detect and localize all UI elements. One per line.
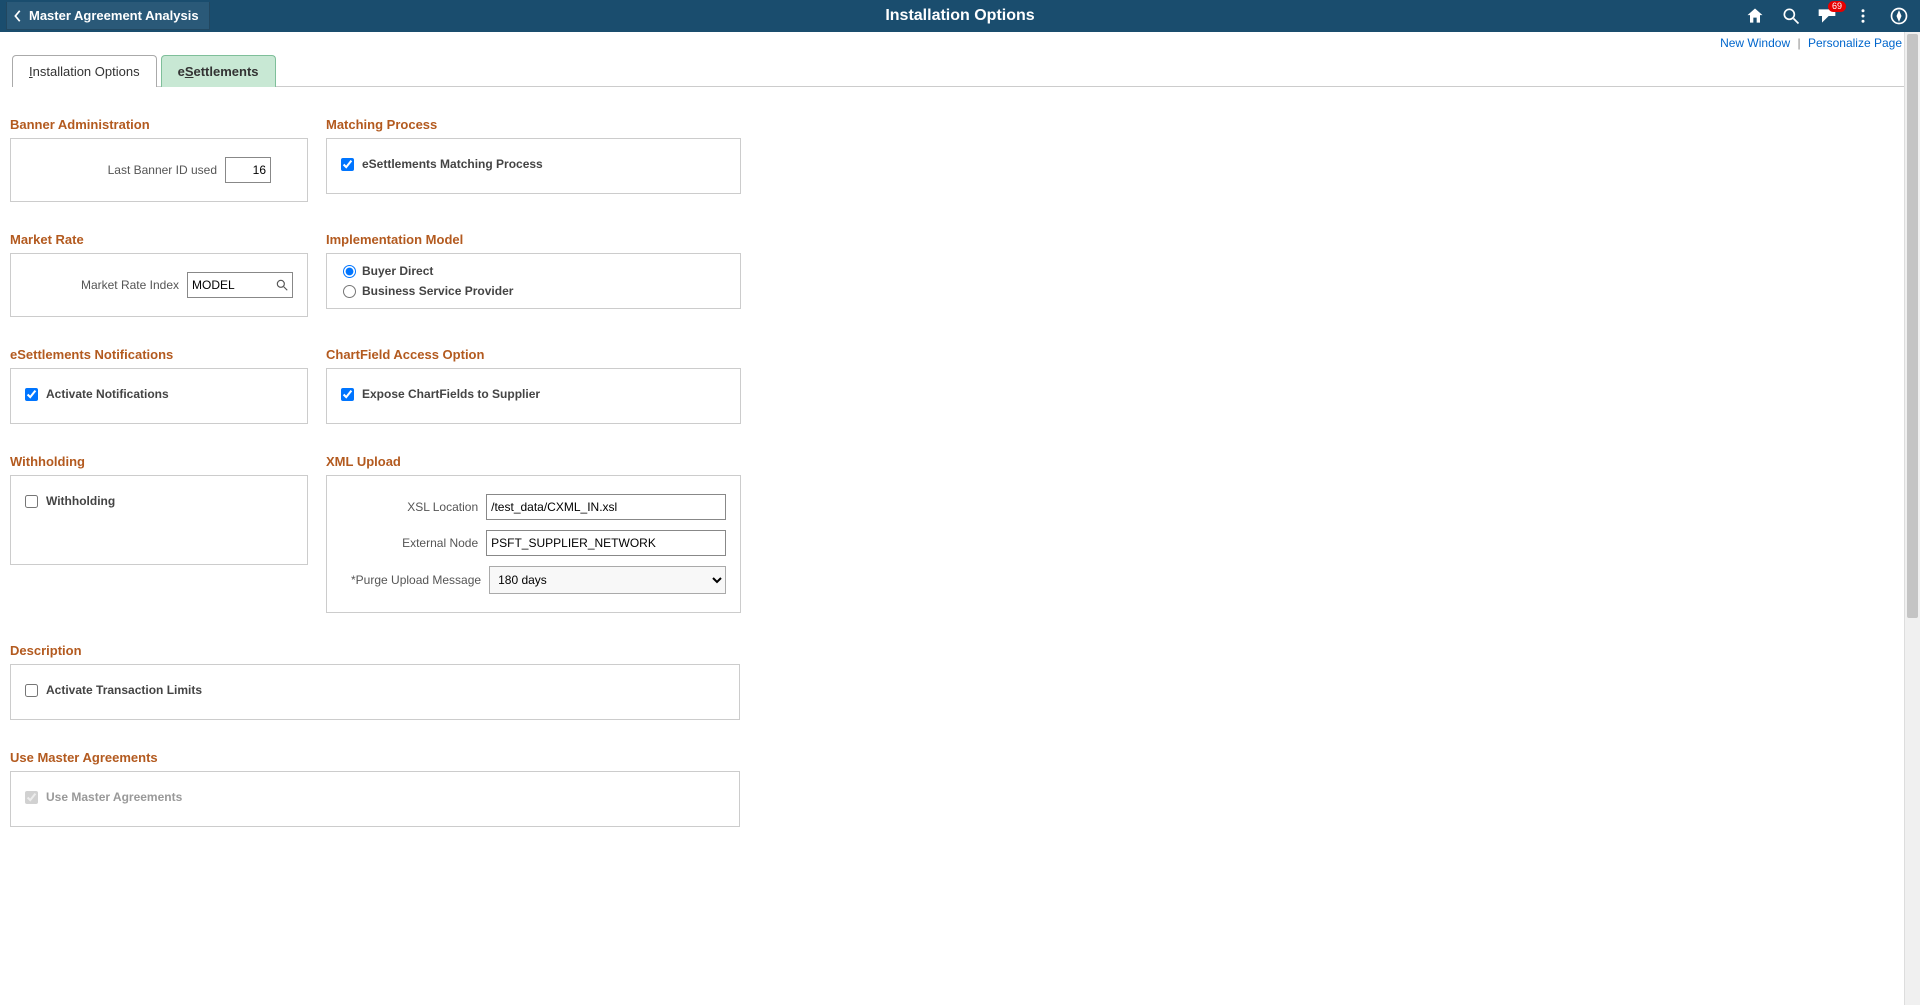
checkbox-row-master-agreements: Use Master Agreements — [25, 790, 725, 804]
group-description: Activate Transaction Limits — [10, 664, 740, 720]
checkbox-activate-transaction-limits[interactable] — [25, 684, 38, 697]
breadcrumb-label: Master Agreement Analysis — [29, 8, 199, 23]
checkbox-use-master-agreements — [25, 791, 38, 804]
group-notifications: Activate Notifications — [10, 368, 308, 424]
select-purge-upload-message[interactable]: 180 days — [489, 566, 726, 594]
personalize-page-link[interactable]: Personalize Page — [1808, 36, 1902, 50]
tab-installation-options[interactable]: Installation Options — [12, 55, 157, 87]
checkbox-matching-process[interactable] — [341, 158, 354, 171]
group-banner-admin: Last Banner ID used — [10, 138, 308, 202]
tab-strip: Installation Options eSettlements — [12, 54, 1920, 87]
label-market-rate-index: Market Rate Index — [25, 278, 187, 292]
group-chartfield-access: Expose ChartFields to Supplier — [326, 368, 741, 424]
section-title-withholding: Withholding — [10, 454, 308, 469]
radio-row-bsp[interactable]: Business Service Provider — [343, 284, 726, 298]
page-util-links: New Window | Personalize Page — [0, 32, 1920, 50]
radio-row-buyer-direct[interactable]: Buyer Direct — [343, 264, 726, 278]
radio-label-bsp: Business Service Provider — [362, 284, 513, 298]
radio-label-buyer-direct: Buyer Direct — [362, 264, 433, 278]
header-actions: 69 — [1744, 5, 1910, 27]
checkbox-activate-notifications[interactable] — [25, 388, 38, 401]
content-area: Banner Administration Last Banner ID use… — [0, 87, 1920, 897]
input-xsl-location[interactable] — [486, 494, 726, 520]
group-matching-process: eSettlements Matching Process — [326, 138, 741, 194]
group-withholding: Withholding — [10, 475, 308, 565]
checkbox-row-notifications[interactable]: Activate Notifications — [25, 387, 293, 401]
app-header: Master Agreement Analysis Installation O… — [0, 0, 1920, 32]
group-market-rate: Market Rate Index — [10, 253, 308, 317]
notifications-icon[interactable]: 69 — [1816, 5, 1838, 27]
section-title-master-agreements: Use Master Agreements — [10, 750, 740, 765]
section-title-cf-access: ChartField Access Option — [326, 347, 741, 362]
checkbox-row-cf-access[interactable]: Expose ChartFields to Supplier — [341, 387, 726, 401]
checkbox-label-master-agreements: Use Master Agreements — [46, 790, 182, 804]
checkbox-label-matching: eSettlements Matching Process — [362, 157, 543, 171]
actions-menu-icon[interactable] — [1852, 5, 1874, 27]
group-xml-upload: XSL Location External Node Purge Upload … — [326, 475, 741, 613]
new-window-link[interactable]: New Window — [1720, 36, 1790, 50]
scrollbar-thumb[interactable] — [1907, 34, 1918, 618]
section-title-market-rate: Market Rate — [10, 232, 308, 247]
checkbox-label-transaction-limits: Activate Transaction Limits — [46, 683, 202, 697]
radio-business-service-provider[interactable] — [343, 285, 356, 298]
section-title-banner: Banner Administration — [10, 117, 308, 132]
checkbox-label-cf-access: Expose ChartFields to Supplier — [362, 387, 540, 401]
page-title: Installation Options — [885, 7, 1034, 25]
input-external-node[interactable] — [486, 530, 726, 556]
group-implementation-model: Buyer Direct Business Service Provider — [326, 253, 741, 309]
checkbox-label-notifications: Activate Notifications — [46, 387, 169, 401]
lookup-icon[interactable] — [275, 278, 289, 292]
tab-prefix: e — [178, 64, 185, 79]
label-external-node: External Node — [341, 536, 486, 550]
section-title-xml-upload: XML Upload — [326, 454, 741, 469]
checkbox-label-withholding: Withholding — [46, 494, 115, 508]
vertical-scrollbar[interactable] — [1904, 32, 1920, 1005]
label-xsl-location: XSL Location — [341, 500, 486, 514]
breadcrumb[interactable]: Master Agreement Analysis — [6, 2, 210, 30]
radio-buyer-direct[interactable] — [343, 265, 356, 278]
input-last-banner-id[interactable] — [225, 157, 271, 183]
checkbox-row-transaction-limits[interactable]: Activate Transaction Limits — [25, 683, 725, 697]
label-last-banner: Last Banner ID used — [25, 163, 225, 177]
navigator-icon[interactable] — [1888, 5, 1910, 27]
search-icon[interactable] — [1780, 5, 1802, 27]
section-title-impl-model: Implementation Model — [326, 232, 741, 247]
checkbox-row-matching[interactable]: eSettlements Matching Process — [341, 157, 726, 171]
section-title-notifications: eSettlements Notifications — [10, 347, 308, 362]
tab-esettlements[interactable]: eSettlements — [161, 55, 276, 87]
checkbox-row-withholding[interactable]: Withholding — [25, 494, 293, 508]
notification-badge: 69 — [1828, 1, 1846, 12]
section-title-description: Description — [10, 643, 740, 658]
home-icon[interactable] — [1744, 5, 1766, 27]
group-master-agreements: Use Master Agreements — [10, 771, 740, 827]
checkbox-withholding[interactable] — [25, 495, 38, 508]
back-icon[interactable] — [13, 9, 23, 23]
link-separator: | — [1797, 36, 1800, 50]
label-purge-upload: Purge Upload Message — [341, 573, 489, 587]
checkbox-expose-chartfields[interactable] — [341, 388, 354, 401]
tab-label-rest: nstallation Options — [33, 64, 140, 79]
tab-label-rest: ettlements — [193, 64, 258, 79]
section-title-matching: Matching Process — [326, 117, 741, 132]
